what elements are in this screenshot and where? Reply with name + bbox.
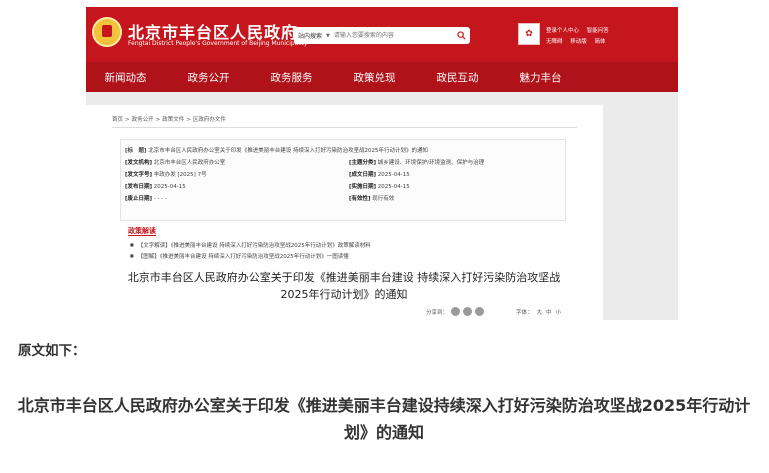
meta-value: 2025-04-15	[377, 184, 410, 190]
meta-repeal-date: [废止日期] - - - -	[125, 194, 167, 202]
breadcrumb-separator: >	[125, 117, 130, 123]
article-panel: 首页 > 政务公开 > 政策文件 > 区政府办文件 [标 题] 北京市丰台区人民政府办公室关…	[86, 105, 603, 320]
meta-value: 现行有效	[372, 196, 395, 202]
meta-label: [发布日期]	[125, 184, 153, 190]
mascot-logo-icon[interactable]: ✿	[518, 23, 540, 45]
simplified-chinese-link[interactable]: 简体	[595, 39, 606, 45]
meta-value: 2025-04-15	[377, 172, 410, 178]
meta-written-date: [成文日期] 2025-04-15	[349, 170, 410, 178]
breadcrumb-gov-affairs[interactable]: 政务公开	[132, 117, 154, 123]
font-size-label: 字体：	[516, 310, 533, 316]
meta-label: [废止日期]	[125, 196, 153, 202]
document-title: 北京市丰台区人民政府办公室关于印发《推进美丽丰台建设 持续深入打好污染防治攻坚战…	[127, 271, 561, 301]
divider	[128, 235, 156, 236]
breadcrumb-separator: >	[186, 117, 191, 123]
website-screenshot: 北京市丰台区人民政府 Fengtai District People's Gov…	[86, 7, 678, 320]
nav-news[interactable]: 新闻动态	[86, 70, 167, 85]
meta-label: [主题分类]	[349, 160, 377, 166]
meta-doc-number: [发文字号] 丰政办发 [2025] 7号	[125, 170, 207, 178]
search-scope-select[interactable]: 站内搜索	[294, 31, 326, 40]
header-links-bottom: 无障碍 移动版 简体	[546, 37, 612, 45]
chevron-down-icon[interactable]: ▼	[326, 33, 330, 39]
nav-public-interaction[interactable]: 政民互动	[416, 70, 499, 85]
meta-topic: [主题分类] 城乡建设、环境保护/环境监测、保护与治理	[349, 158, 484, 166]
meta-value: 2025-04-15	[153, 184, 186, 190]
divider	[112, 127, 577, 128]
meta-label: [发文机构]	[125, 160, 153, 166]
meta-label: [发文字号]	[125, 172, 153, 178]
breadcrumb-separator: >	[155, 117, 161, 123]
wechat-share-icon[interactable]	[451, 307, 461, 316]
breadcrumb: 首页 > 政务公开 > 政策文件 > 区政府办文件	[112, 115, 226, 123]
search-input[interactable]	[333, 27, 452, 44]
nav-government-services[interactable]: 政务服务	[250, 70, 333, 85]
meta-value: 丰政办发 [2025] 7号	[153, 172, 207, 178]
document-meta-table: [标 题] 北京市丰台区人民政府办公室关于印发《推进美丽丰台建设 持续深入打好污…	[120, 139, 566, 221]
search-icon	[456, 31, 466, 40]
meta-validity: [有效性] 现行有效	[349, 194, 394, 202]
site-header: 北京市丰台区人民政府 Fengtai District People's Gov…	[86, 7, 678, 62]
article-title: 北京市丰台区人民政府办公室关于印发《推进美丽丰台建设持续深入打好污染防治攻坚战2…	[17, 396, 751, 442]
intro-text: 原文如下：	[18, 343, 86, 359]
main-nav: 新闻动态 政务公开 政务服务 政策兑现 政民互动 魅力丰台	[86, 62, 678, 92]
interpretation-link-graphic[interactable]: 【图解】《推进美丽丰台建设 持续深入打好污染防治攻坚战2025年行动计划》一图读…	[130, 252, 349, 260]
meta-label: [有效性]	[349, 196, 371, 202]
national-emblem-icon[interactable]	[92, 17, 122, 47]
accessibility-link[interactable]: 无障碍	[546, 39, 563, 45]
meta-label: [实施日期]	[349, 184, 377, 190]
meta-title-row: [标 题] 北京市丰台区人民政府办公室关于印发《推进美丽丰台建设 持续深入打好污…	[125, 146, 428, 154]
font-size-large[interactable]: 大	[537, 310, 543, 316]
interpretation-link-text[interactable]: 【文字解读】《推进美丽丰台建设 持续深入打好污染防治攻坚战2025年行动计划》政…	[130, 241, 371, 249]
font-size-switch: 字体： 大中小	[512, 308, 561, 316]
meta-value: 北京市丰台区人民政府办公室关于印发《推进美丽丰台建设 持续深入打好污染防治攻坚战…	[148, 148, 429, 154]
meta-value: 城乡建设、环境保护/环境监测、保护与治理	[377, 160, 485, 166]
more-share-icon[interactable]	[475, 307, 485, 316]
header-links-top: 登录个人中心 智能问答	[546, 26, 615, 34]
share-bar: 分享到：	[426, 307, 485, 316]
font-size-small[interactable]: 小	[556, 310, 562, 316]
breadcrumb-home[interactable]: 首页	[112, 117, 123, 123]
meta-label: [标 题]	[125, 148, 147, 154]
page-background	[603, 92, 678, 320]
meta-value: - - - -	[153, 196, 167, 202]
meta-issuer: [发文机构] 北京市丰台区人民政府办公室	[125, 158, 225, 166]
search-box: 站内搜索 ▼	[294, 27, 470, 44]
share-label: 分享到：	[426, 309, 449, 316]
site-subtitle: Fengtai District People's Government of …	[128, 40, 308, 47]
meta-label: [成文日期]	[349, 172, 377, 178]
nav-charm-fengtai[interactable]: 魅力丰台	[499, 70, 582, 85]
mobile-version-link[interactable]: 移动版	[570, 39, 587, 45]
meta-effective-date: [实施日期] 2025-04-15	[349, 182, 410, 190]
search-button[interactable]	[452, 27, 470, 44]
breadcrumb-policy-docs[interactable]: 政策文件	[162, 117, 184, 123]
breadcrumb-district-docs[interactable]: 区政府办文件	[193, 117, 226, 123]
meta-publish-date: [发布日期] 2025-04-15	[125, 182, 186, 190]
user-center-link[interactable]: 登录个人中心	[546, 28, 579, 34]
font-size-medium[interactable]: 中	[546, 310, 552, 316]
smart-qa-link[interactable]: 智能问答	[587, 28, 609, 34]
meta-value: 北京市丰台区人民政府办公室	[153, 160, 226, 166]
nav-government-affairs[interactable]: 政务公开	[167, 70, 250, 85]
weibo-share-icon[interactable]	[463, 307, 473, 316]
nav-policy-fulfillment[interactable]: 政策兑现	[333, 70, 416, 85]
